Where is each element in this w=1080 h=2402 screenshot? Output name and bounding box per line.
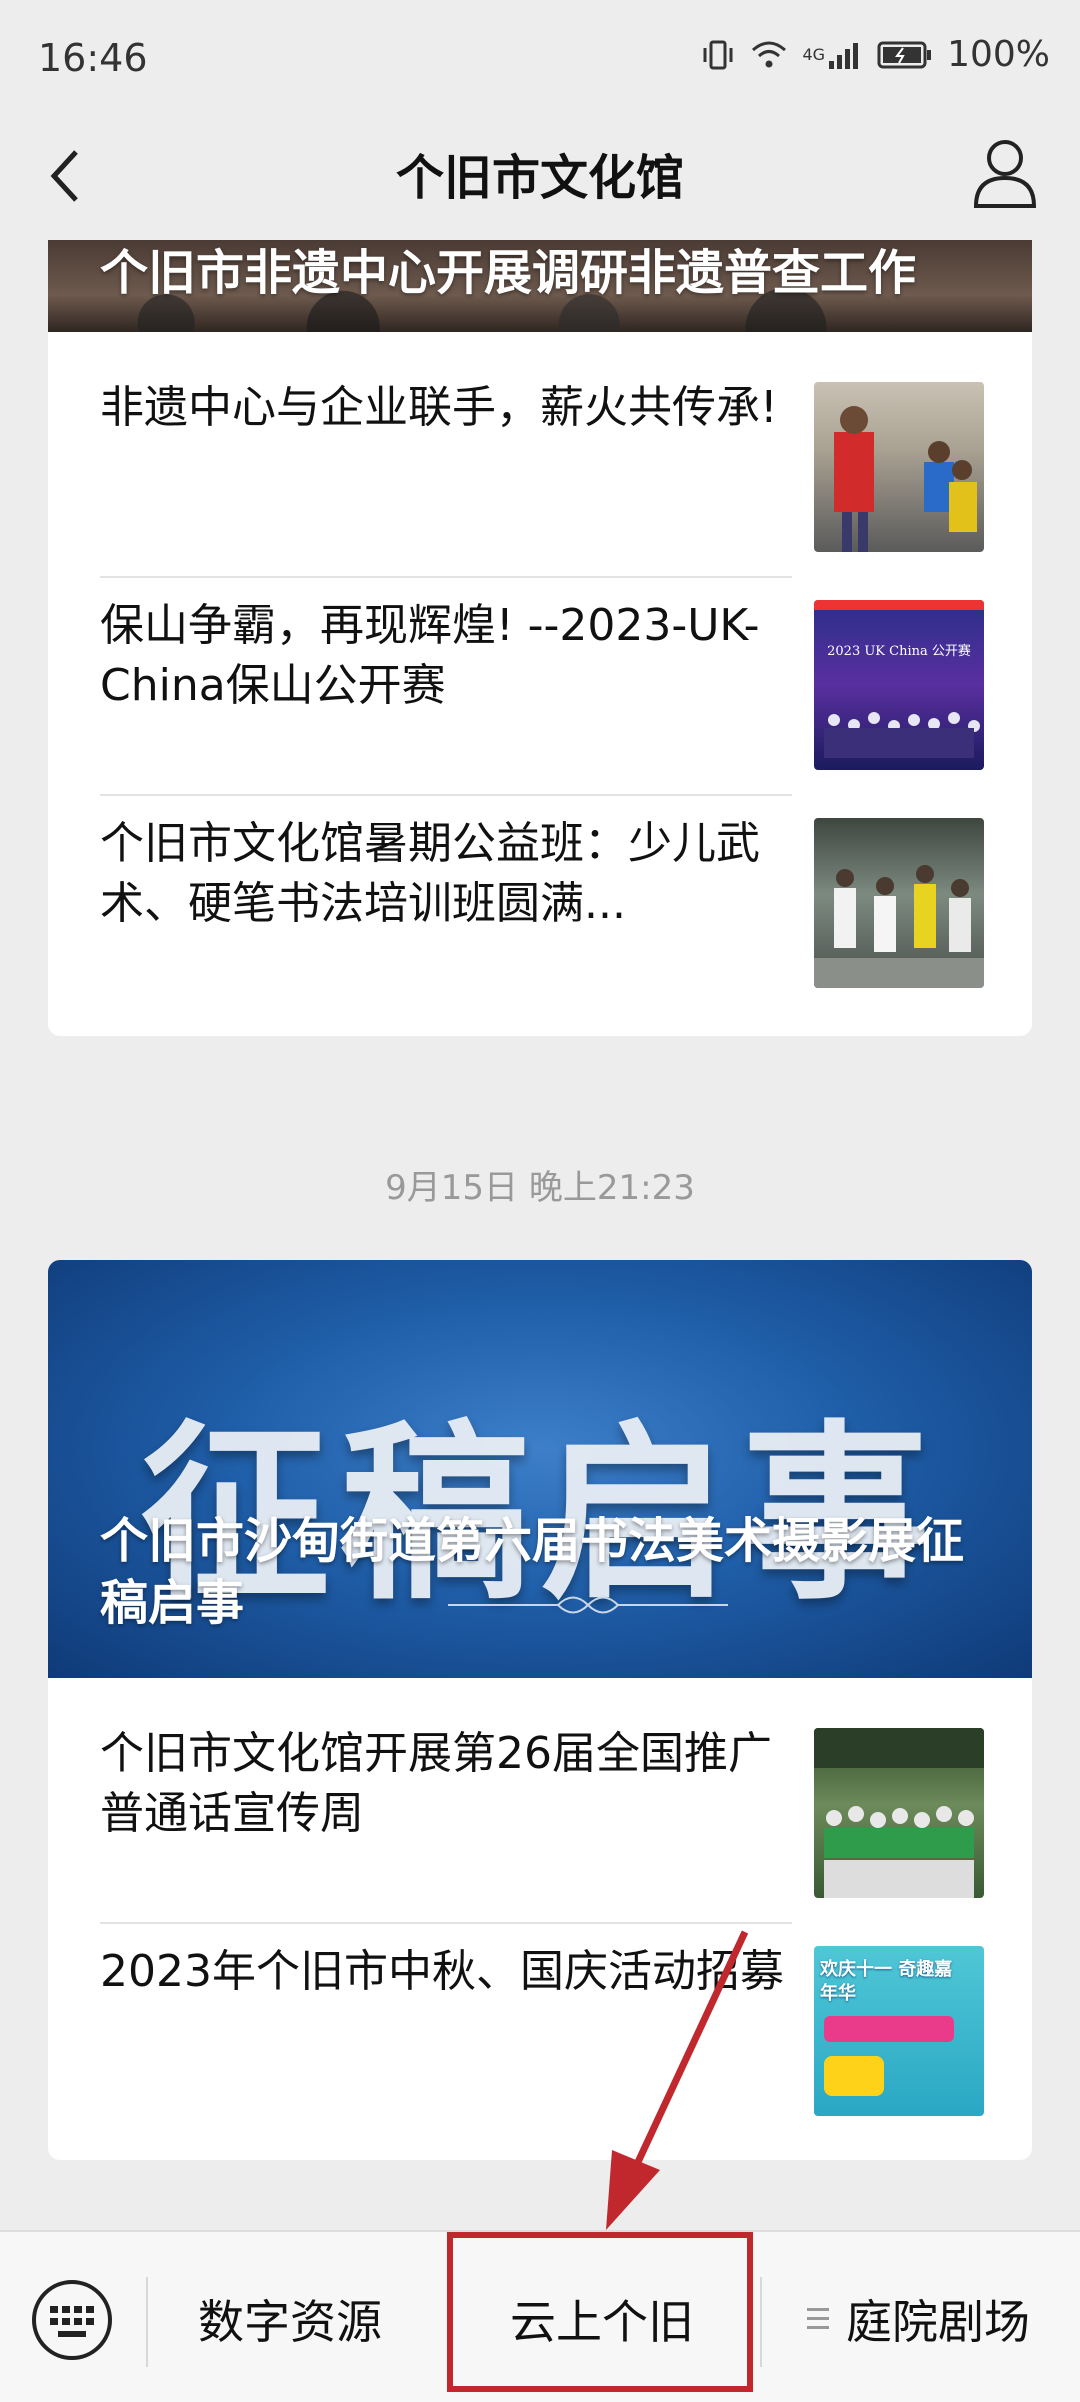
article-card-1: 个旧市非遗中心开展调研非遗普查工作 非遗中心与企业联手，薪火共传承! 保山争霸，… xyxy=(48,240,1032,1036)
banner-title: 个旧市非遗中心开展调研非遗普查工作 xyxy=(100,245,917,301)
article-title: 2023年个旧市中秋、国庆活动招募 xyxy=(100,1946,784,1997)
article-thumbnail xyxy=(814,818,984,988)
banner-title: 个旧市沙甸街道第六届书法美术摄影展征稿启事 xyxy=(100,1513,965,1631)
article-card-2: 征稿启事 个旧市沙甸街道第六届书法美术摄影展征稿启事 个旧市文化馆开展第26届全… xyxy=(48,1260,1032,2160)
article-thumbnail: 欢庆十一 奇趣嘉年华 xyxy=(814,1946,984,2116)
status-bar: 16:46 4G 100% xyxy=(0,0,1080,118)
submenu-icon xyxy=(807,2308,829,2329)
status-icons: 4G 100% xyxy=(701,34,1050,75)
vibrate-icon xyxy=(701,38,735,72)
menu-separator xyxy=(146,2277,148,2367)
article-title: 非遗中心与企业联手，薪火共传承! xyxy=(100,382,778,433)
nav-bar: 个旧市文化馆 xyxy=(0,118,1080,238)
list-item[interactable]: 保山争霸，再现辉煌! --2023-UK-China保山公开赛 2023 UK … xyxy=(48,550,1032,770)
signal-icon: 4G xyxy=(803,39,864,71)
user-icon xyxy=(973,140,1037,208)
list-item[interactable]: 非遗中心与企业联手，薪火共传承! xyxy=(48,332,1032,552)
menu-item-courtyard-theater[interactable]: 庭院剧场 xyxy=(846,2286,1030,2352)
keyboard-icon xyxy=(32,2280,112,2360)
list-item[interactable]: 个旧市文化馆暑期公益班：少儿武术、硬笔书法培训班圆满... xyxy=(48,768,1032,988)
menu-separator xyxy=(760,2277,762,2367)
timestamp: 9月15日 晚上21:23 xyxy=(385,1168,695,1208)
article-title: 个旧市文化馆开展第26届全国推广普通话宣传周 xyxy=(100,1728,772,1839)
menu-item-digital-resources[interactable]: 数字资源 xyxy=(198,2286,382,2352)
list-item[interactable]: 个旧市文化馆开展第26届全国推广普通话宣传周 xyxy=(48,1678,1032,1898)
page-title: 个旧市文化馆 xyxy=(395,150,684,206)
profile-button[interactable] xyxy=(970,136,1040,210)
article-title: 保山争霸，再现辉煌! --2023-UK-China保山公开赛 xyxy=(100,600,760,711)
highlight-box xyxy=(447,2232,753,2392)
card-banner[interactable]: 征稿启事 个旧市沙甸街道第六届书法美术摄影展征稿启事 xyxy=(48,1260,1032,1678)
battery-icon xyxy=(877,40,933,70)
article-thumbnail: 2023 UK China 公开赛 xyxy=(814,600,984,770)
card-banner[interactable]: 个旧市非遗中心开展调研非遗普查工作 xyxy=(48,240,1032,332)
network-type: 4G xyxy=(802,45,826,64)
keyboard-toggle-button[interactable] xyxy=(30,2278,114,2362)
wifi-icon xyxy=(749,38,789,72)
article-thumbnail xyxy=(814,1728,984,1898)
article-title: 个旧市文化馆暑期公益班：少儿武术、硬笔书法培训班圆满... xyxy=(100,818,760,929)
battery-percent: 100% xyxy=(947,34,1050,75)
list-item[interactable]: 2023年个旧市中秋、国庆活动招募 欢庆十一 奇趣嘉年华 xyxy=(48,1896,1032,2116)
article-thumbnail xyxy=(814,382,984,552)
status-time: 16:46 xyxy=(38,36,148,80)
